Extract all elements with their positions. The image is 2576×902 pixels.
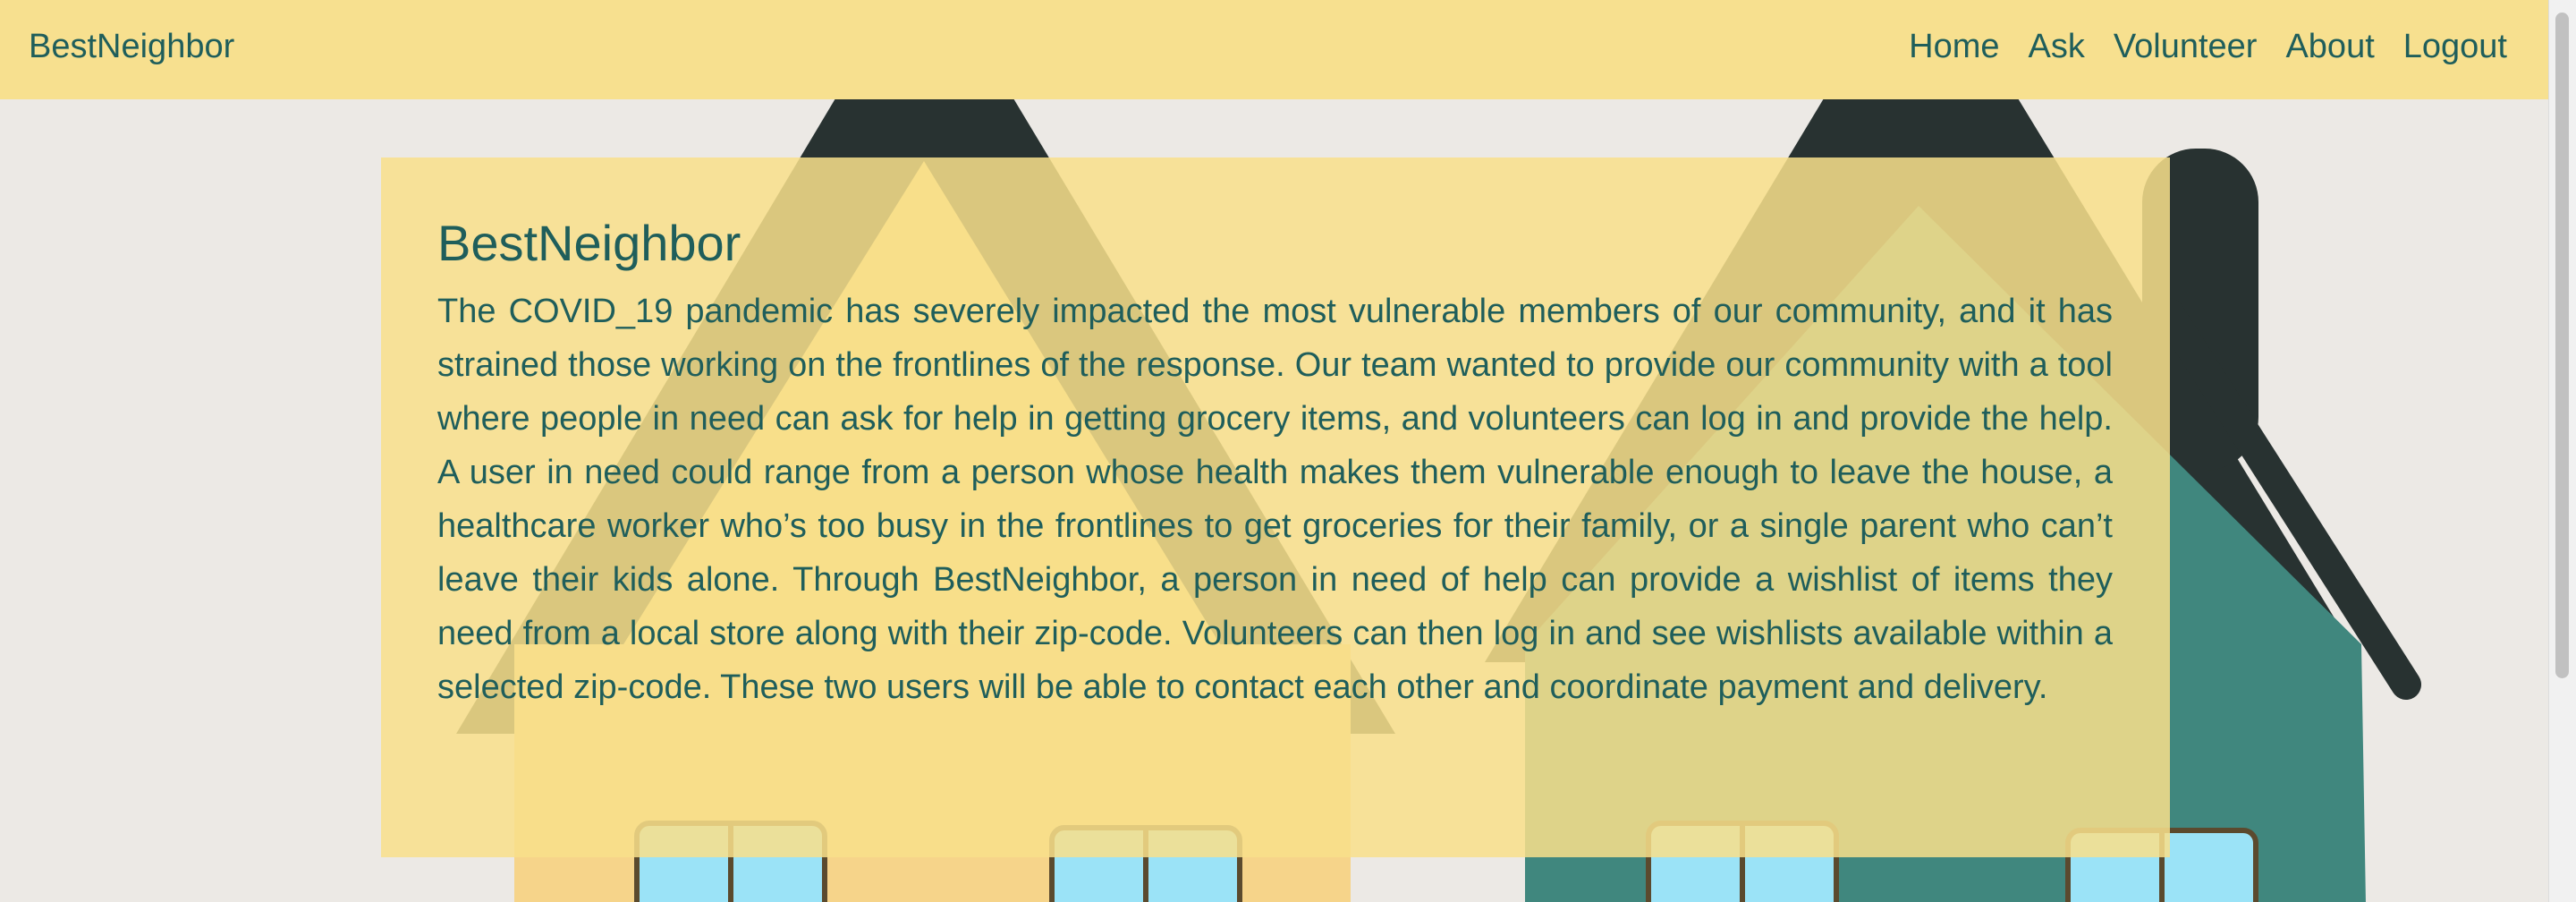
about-description: The COVID_19 pandemic has severely impac…: [437, 293, 2113, 707]
nav-link-volunteer[interactable]: Volunteer: [2114, 28, 2258, 66]
nav-link-ask[interactable]: Ask: [2029, 28, 2085, 66]
scrollbar-thumb[interactable]: [2555, 13, 2569, 678]
nav-link-about[interactable]: About: [2285, 28, 2374, 66]
nav-links: Home Ask Volunteer About Logout: [1909, 0, 2507, 93]
top-navbar: BestNeighbor Home Ask Volunteer About Lo…: [0, 0, 2549, 99]
nav-link-home[interactable]: Home: [1909, 28, 1999, 66]
brand-link[interactable]: BestNeighbor: [29, 0, 234, 93]
page-scrollbar[interactable]: [2548, 0, 2576, 902]
page-title: BestNeighbor: [437, 215, 741, 271]
about-card: BestNeighbor The COVID_19 pandemic has s…: [381, 157, 2170, 857]
nav-link-logout[interactable]: Logout: [2403, 28, 2507, 66]
